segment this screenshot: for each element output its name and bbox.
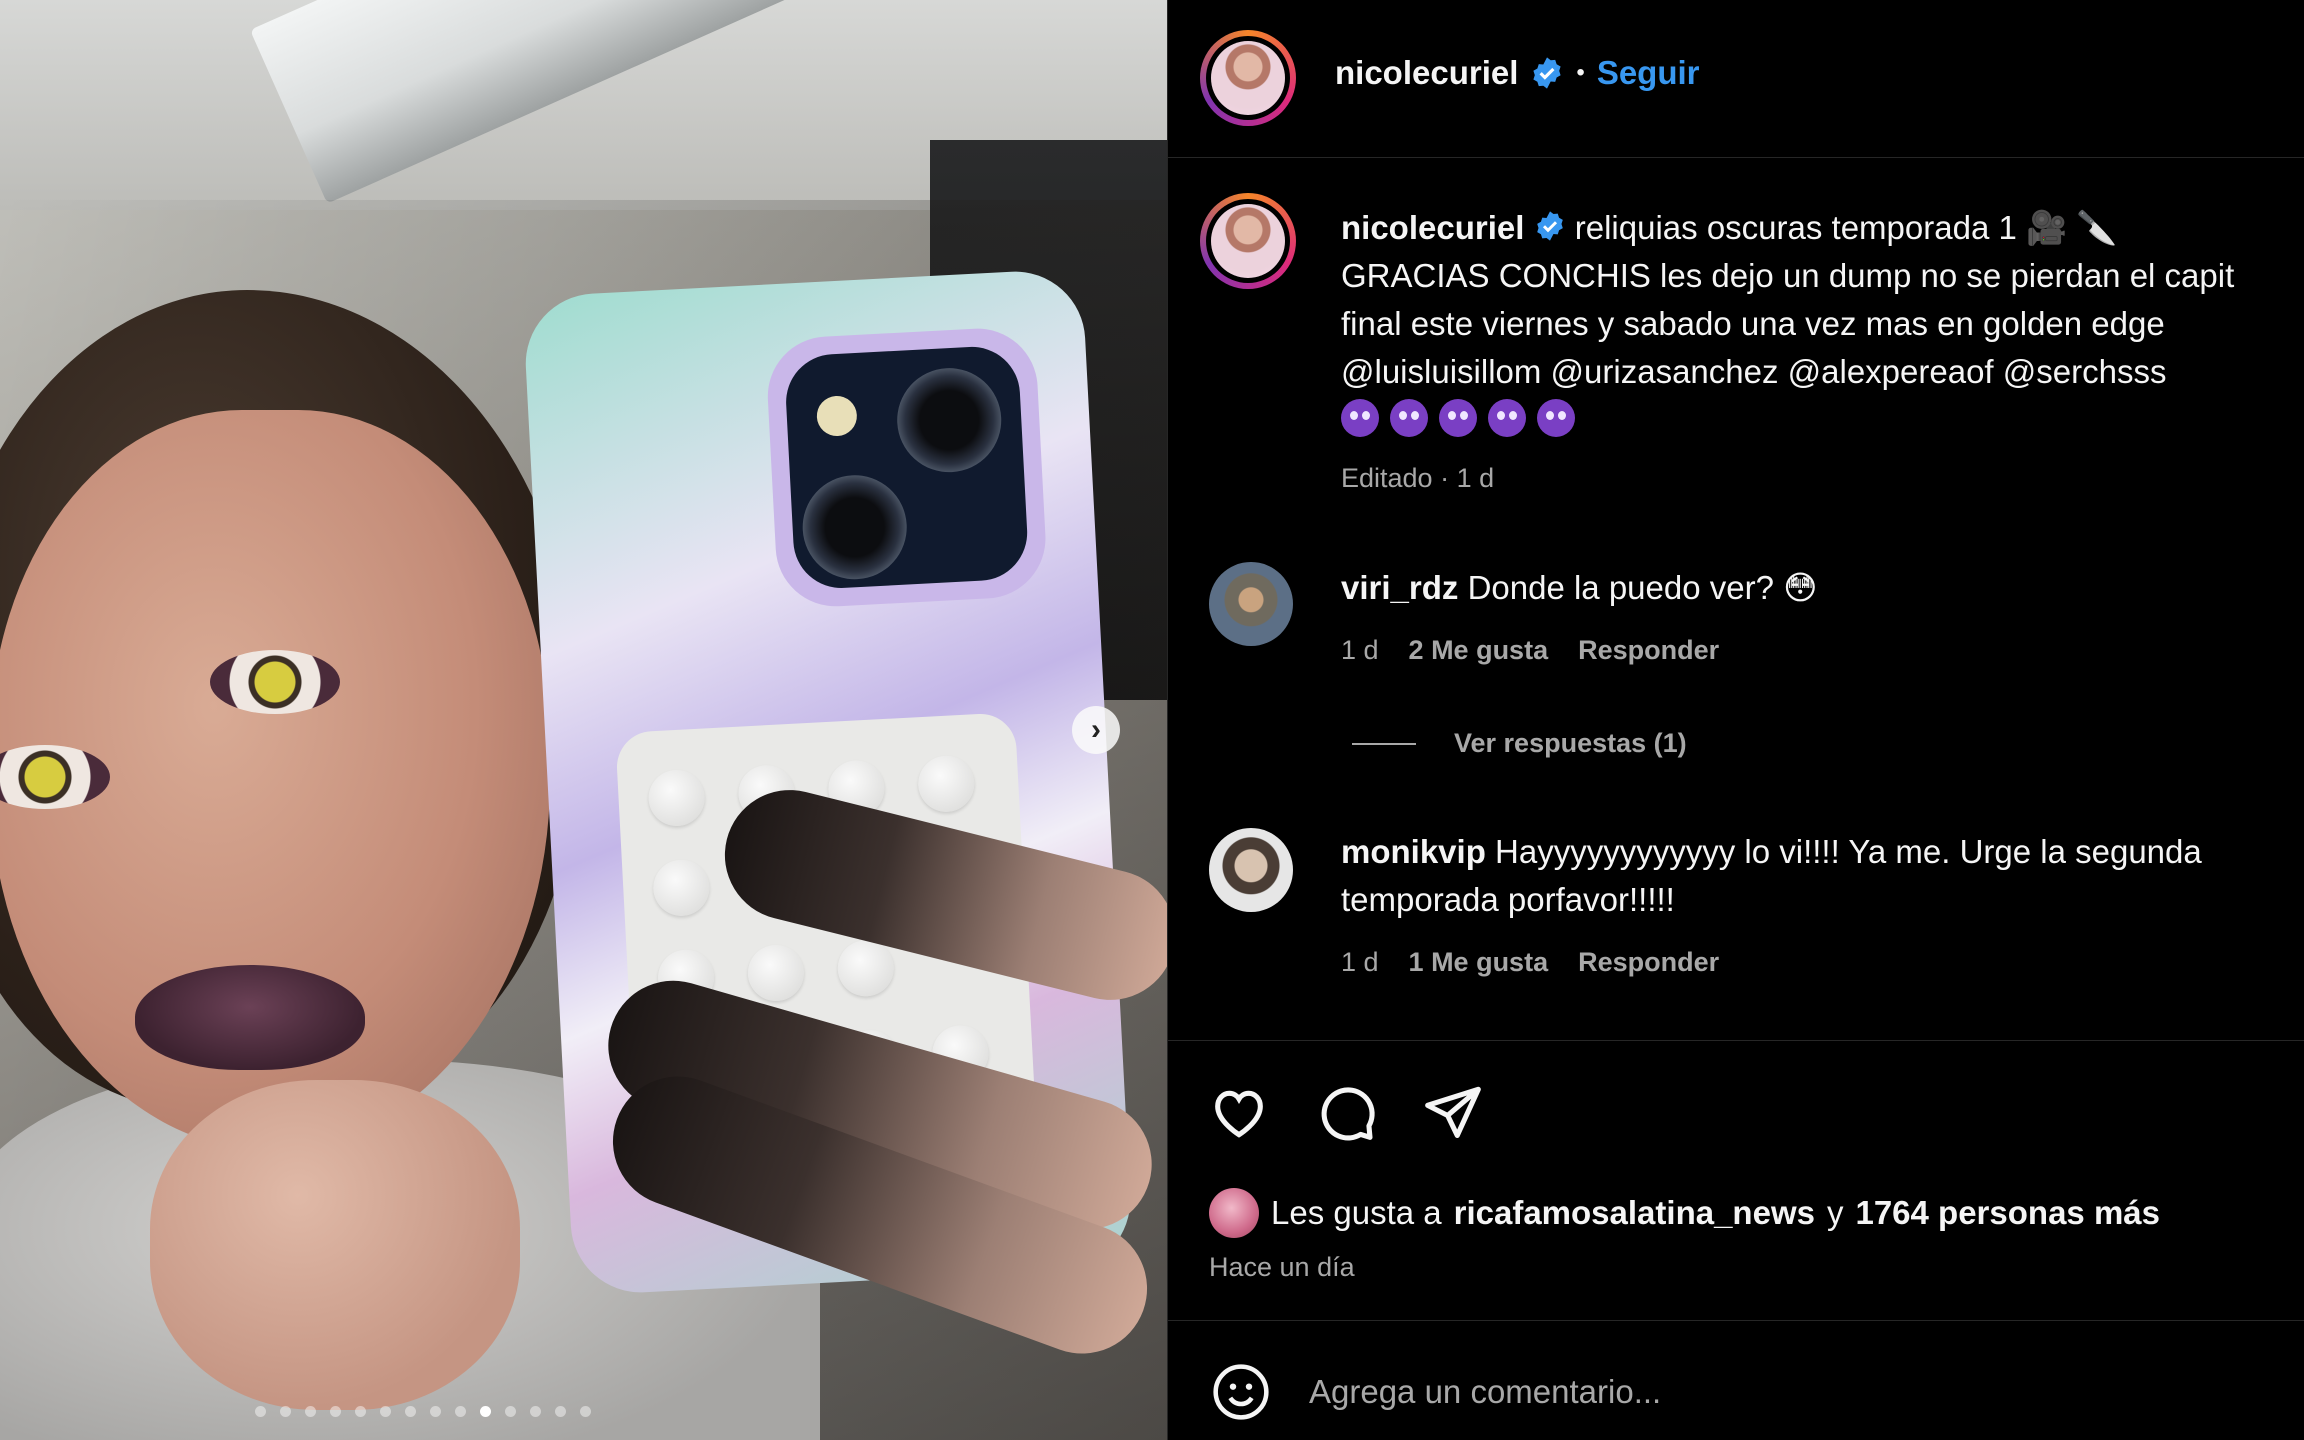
- carousel-dot: [355, 1406, 366, 1417]
- comment-time: 1 d: [1341, 947, 1379, 977]
- carousel-dot: [480, 1406, 491, 1417]
- caption-text: final este viernes y sabado una vez mas …: [1341, 305, 2165, 342]
- post-photo: ›: [0, 0, 1167, 1440]
- post-caption: nicolecuriel reliquias oscuras temporada…: [1341, 204, 2301, 502]
- carousel-indicator: [255, 1406, 591, 1417]
- comment-text: Donde la puedo ver? 😳: [1467, 569, 1818, 606]
- paper-plane-icon[interactable]: [1421, 1080, 1485, 1144]
- comment-bubble-icon[interactable]: [1314, 1080, 1378, 1144]
- devil-emoji-row: [1341, 396, 2301, 444]
- caption-avatar[interactable]: [1200, 193, 1296, 289]
- author-avatar[interactable]: [1200, 30, 1296, 126]
- carousel-dot: [255, 1406, 266, 1417]
- devil-emoji-icon: [1390, 399, 1428, 437]
- smiley-icon[interactable]: [1209, 1360, 1273, 1424]
- carousel-dot: [555, 1406, 566, 1417]
- camera-lens: [894, 365, 1004, 475]
- reply-button[interactable]: Responder: [1578, 626, 1719, 674]
- caption-username[interactable]: nicolecuriel: [1341, 209, 1524, 246]
- commenter-avatar[interactable]: [1209, 828, 1293, 912]
- carousel-dot: [430, 1406, 441, 1417]
- commenter-avatar[interactable]: [1209, 562, 1293, 646]
- liker-username[interactable]: ricafamosalatina_news: [1454, 1194, 1815, 1232]
- carousel-dot: [530, 1406, 541, 1417]
- yellow-eye: [210, 650, 340, 714]
- carousel-dot: [580, 1406, 591, 1417]
- comment-text: Hayyyyyyyyyyyy lo vi!!!! Ya me. Urge la …: [1495, 833, 2202, 870]
- caption-mentions[interactable]: @luisluisillom @urizasanchez @alexpereao…: [1341, 348, 2301, 396]
- comment-box-divider: [1167, 1320, 2304, 1321]
- carousel-next-button[interactable]: ›: [1072, 706, 1120, 754]
- liker-avatar[interactable]: [1209, 1188, 1259, 1238]
- devil-emoji-icon: [1488, 399, 1526, 437]
- devil-emoji-icon: [1439, 399, 1477, 437]
- carousel-dot: [455, 1406, 466, 1417]
- devil-emoji-icon: [1341, 399, 1379, 437]
- comment-likes[interactable]: 1 Me gusta: [1409, 938, 1549, 986]
- carousel-dot: [405, 1406, 416, 1417]
- comment: monikvip Hayyyyyyyyyyyy lo vi!!!! Ya me.…: [1341, 828, 2202, 986]
- caption-text: GRACIAS CONCHIS les dejo un dump no se p…: [1341, 257, 2235, 294]
- author-username[interactable]: nicolecuriel: [1335, 54, 1518, 92]
- carousel-dot: [380, 1406, 391, 1417]
- likes-summary: Les gusta a ricafamosalatina_news y 1764…: [1209, 1188, 2160, 1238]
- verified-badge-icon: [1536, 211, 1563, 241]
- comment-text: temporada porfavor!!!!!: [1341, 881, 1675, 918]
- carousel-dot: [305, 1406, 316, 1417]
- caption-meta: Editado · 1 d: [1341, 463, 1495, 493]
- header-divider: [1167, 157, 2304, 158]
- comment: viri_rdz Donde la puedo ver? 😳 1 d 2 Me …: [1341, 564, 1818, 674]
- verified-badge-icon: [1533, 57, 1562, 89]
- add-comment-input[interactable]: Agrega un comentario...: [1309, 1373, 1661, 1411]
- likes-count[interactable]: 1764 personas más: [1855, 1194, 2160, 1232]
- add-comment-bar: Agrega un comentario...: [1209, 1360, 1661, 1424]
- post-header: nicolecuriel • Seguir: [1335, 54, 1700, 92]
- heart-icon[interactable]: [1207, 1080, 1271, 1144]
- post-time: Hace un día: [1209, 1252, 1355, 1282]
- carousel-dot: [505, 1406, 516, 1417]
- actions-divider: [1167, 1040, 2304, 1041]
- camera-module: [764, 325, 1049, 610]
- dot-separator: •: [1576, 59, 1585, 86]
- camera-lens: [800, 472, 910, 582]
- comment-likes[interactable]: 2 Me gusta: [1409, 626, 1549, 674]
- comment-time: 1 d: [1341, 635, 1379, 665]
- reply-button[interactable]: Responder: [1578, 938, 1719, 986]
- view-replies-button[interactable]: Ver respuestas (1): [1352, 728, 1687, 759]
- follow-button[interactable]: Seguir: [1597, 54, 1700, 92]
- carousel-dot: [330, 1406, 341, 1417]
- chevron-right-icon: ›: [1091, 713, 1101, 746]
- dark-lips: [135, 965, 365, 1070]
- comment-username[interactable]: monikvip: [1341, 833, 1486, 870]
- comment-username[interactable]: viri_rdz: [1341, 569, 1458, 606]
- carousel-dot: [280, 1406, 291, 1417]
- hand-fist: [150, 1080, 520, 1410]
- devil-emoji-icon: [1537, 399, 1575, 437]
- caption-text: reliquias oscuras temporada 1 🎥 🔪: [1574, 209, 2118, 246]
